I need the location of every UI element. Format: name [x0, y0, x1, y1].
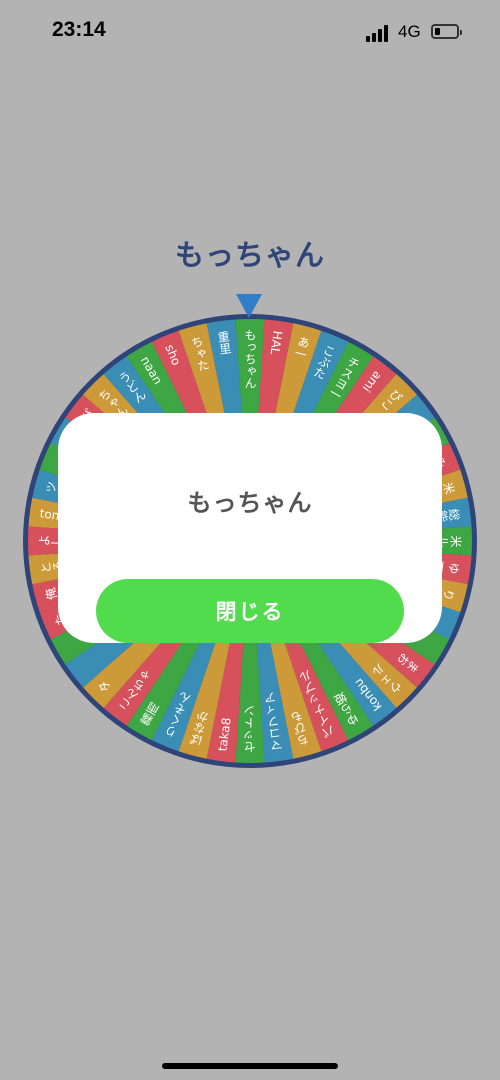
wheel-segment-label: もっちゃん: [243, 329, 257, 389]
result-dialog: もっちゃん 閉じる: [58, 413, 442, 643]
dialog-message: もっちゃん: [187, 489, 313, 517]
wheel-segment-label: セットン: [243, 705, 257, 753]
close-button[interactable]: 閉じる: [96, 579, 404, 643]
home-indicator: [162, 1063, 338, 1069]
pointer-icon: [236, 294, 262, 318]
